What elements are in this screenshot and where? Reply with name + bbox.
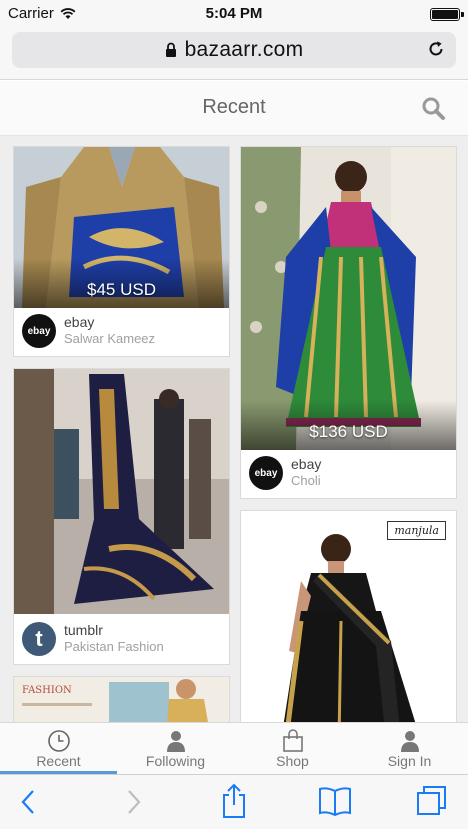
bookmarks-icon[interactable] (318, 785, 352, 817)
card-source: t tumblr Pakistan Fashion (14, 614, 229, 664)
ebay-logo-icon: ebay (22, 314, 56, 348)
page-title: Recent (202, 96, 266, 118)
clock-icon (47, 730, 70, 752)
product-image[interactable]: FASHION (14, 677, 229, 722)
price-label: $45 USD (87, 280, 156, 299)
url-text: bazaarr.com (184, 38, 304, 61)
browser-toolbar (0, 774, 468, 829)
battery-icon (430, 8, 464, 21)
product-card[interactable]: manjula (240, 510, 457, 722)
product-image[interactable] (14, 369, 229, 614)
product-feed: $45 USD ebay ebay Salwar Kameez t tumblr… (0, 136, 468, 722)
source-name: ebay (64, 314, 95, 330)
person-icon (166, 731, 185, 752)
app-header: Recent (0, 81, 468, 136)
price-label: $136 USD (309, 422, 388, 441)
status-time: 5:04 PM (205, 5, 263, 22)
tab-label: Sign In (387, 753, 432, 769)
person-icon (400, 731, 419, 752)
saree-image (241, 511, 456, 722)
category-label: Pakistan Fashion (64, 639, 164, 654)
product-image[interactable]: $45 USD (14, 147, 229, 308)
product-image[interactable]: manjula (241, 511, 456, 722)
share-icon[interactable] (220, 783, 248, 819)
product-image[interactable]: $136 USD (241, 147, 456, 450)
product-card[interactable]: t tumblr Pakistan Fashion (13, 368, 230, 665)
status-bar: Carrier 5:04 PM (0, 0, 468, 28)
source-name: tumblr (64, 622, 103, 638)
tab-recent[interactable]: Recent (0, 723, 117, 774)
category-label: Salwar Kameez (64, 331, 156, 346)
card-source: ebay ebay Choli (241, 448, 456, 498)
bag-icon (282, 729, 303, 752)
search-icon[interactable] (420, 95, 446, 121)
lock-icon (165, 42, 176, 57)
tab-label: Following (145, 753, 206, 769)
card-source: ebay ebay Salwar Kameez (14, 306, 229, 356)
app-tab-bar: Recent Following Shop Sign In (0, 722, 468, 774)
tab-sign-in[interactable]: Sign In (351, 723, 468, 774)
forward-icon[interactable] (122, 787, 144, 817)
tab-label: Shop (276, 753, 309, 769)
ebay-logo-icon: ebay (249, 456, 283, 490)
browser-address-bar: bazaarr.com (0, 28, 468, 80)
brand-badge: manjula (387, 521, 446, 540)
fashion-magazine-image (14, 677, 229, 722)
product-card[interactable]: $136 USD ebay ebay Choli (240, 146, 457, 499)
category-label: Choli (291, 473, 321, 488)
tab-following[interactable]: Following (117, 723, 234, 774)
product-card[interactable]: $45 USD ebay ebay Salwar Kameez (13, 146, 230, 357)
source-name: ebay (291, 456, 322, 472)
tab-label: Recent (36, 753, 81, 769)
url-field[interactable]: bazaarr.com (12, 32, 456, 68)
fashion-label: FASHION (22, 685, 72, 696)
pakistan-fashion-image (14, 369, 229, 614)
tumblr-logo-icon: t (22, 622, 56, 656)
tabs-icon[interactable] (416, 785, 448, 817)
product-card[interactable]: FASHION (13, 676, 230, 722)
tab-shop[interactable]: Shop (234, 723, 351, 774)
reload-icon[interactable] (426, 39, 446, 59)
back-icon[interactable] (18, 787, 40, 817)
